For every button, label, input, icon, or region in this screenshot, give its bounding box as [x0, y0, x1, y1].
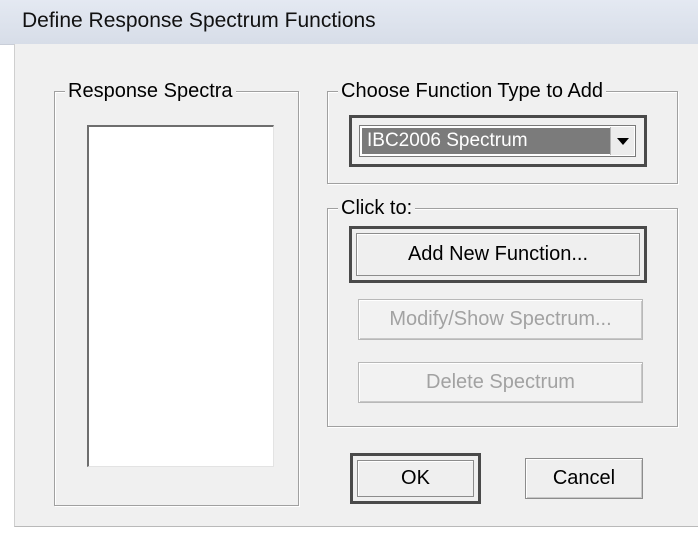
modify-show-spectrum-button[interactable]: Modify/Show Spectrum... [358, 299, 643, 340]
function-type-select[interactable]: IBC2006 Spectrum [359, 125, 636, 157]
delete-spectrum-label: Delete Spectrum [426, 371, 575, 393]
response-spectra-legend: Response Spectra [65, 79, 236, 103]
ok-label: OK [401, 467, 430, 489]
delete-spectrum-button[interactable]: Delete Spectrum [358, 362, 643, 403]
click-to-legend: Click to: [338, 196, 416, 220]
window-title: Define Response Spectrum Functions [22, 9, 376, 32]
cancel-button[interactable]: Cancel [525, 458, 643, 499]
add-new-function-label: Add New Function... [407, 243, 589, 265]
modify-show-spectrum-label: Modify/Show Spectrum... [389, 308, 612, 330]
response-spectra-list[interactable] [87, 125, 274, 467]
function-type-legend: Choose Function Type to Add [338, 79, 607, 103]
function-type-dropdown[interactable]: IBC2006 Spectrum [349, 115, 647, 167]
dropdown-arrow-button[interactable] [610, 127, 634, 155]
chevron-down-icon [617, 138, 629, 145]
function-type-selected-value: IBC2006 Spectrum [362, 128, 611, 154]
ok-button[interactable]: OK [350, 453, 481, 504]
cancel-label: Cancel [552, 467, 616, 489]
title-bar[interactable]: Define Response Spectrum Functions [0, 0, 698, 45]
add-new-function-button[interactable]: Add New Function... [349, 226, 647, 283]
